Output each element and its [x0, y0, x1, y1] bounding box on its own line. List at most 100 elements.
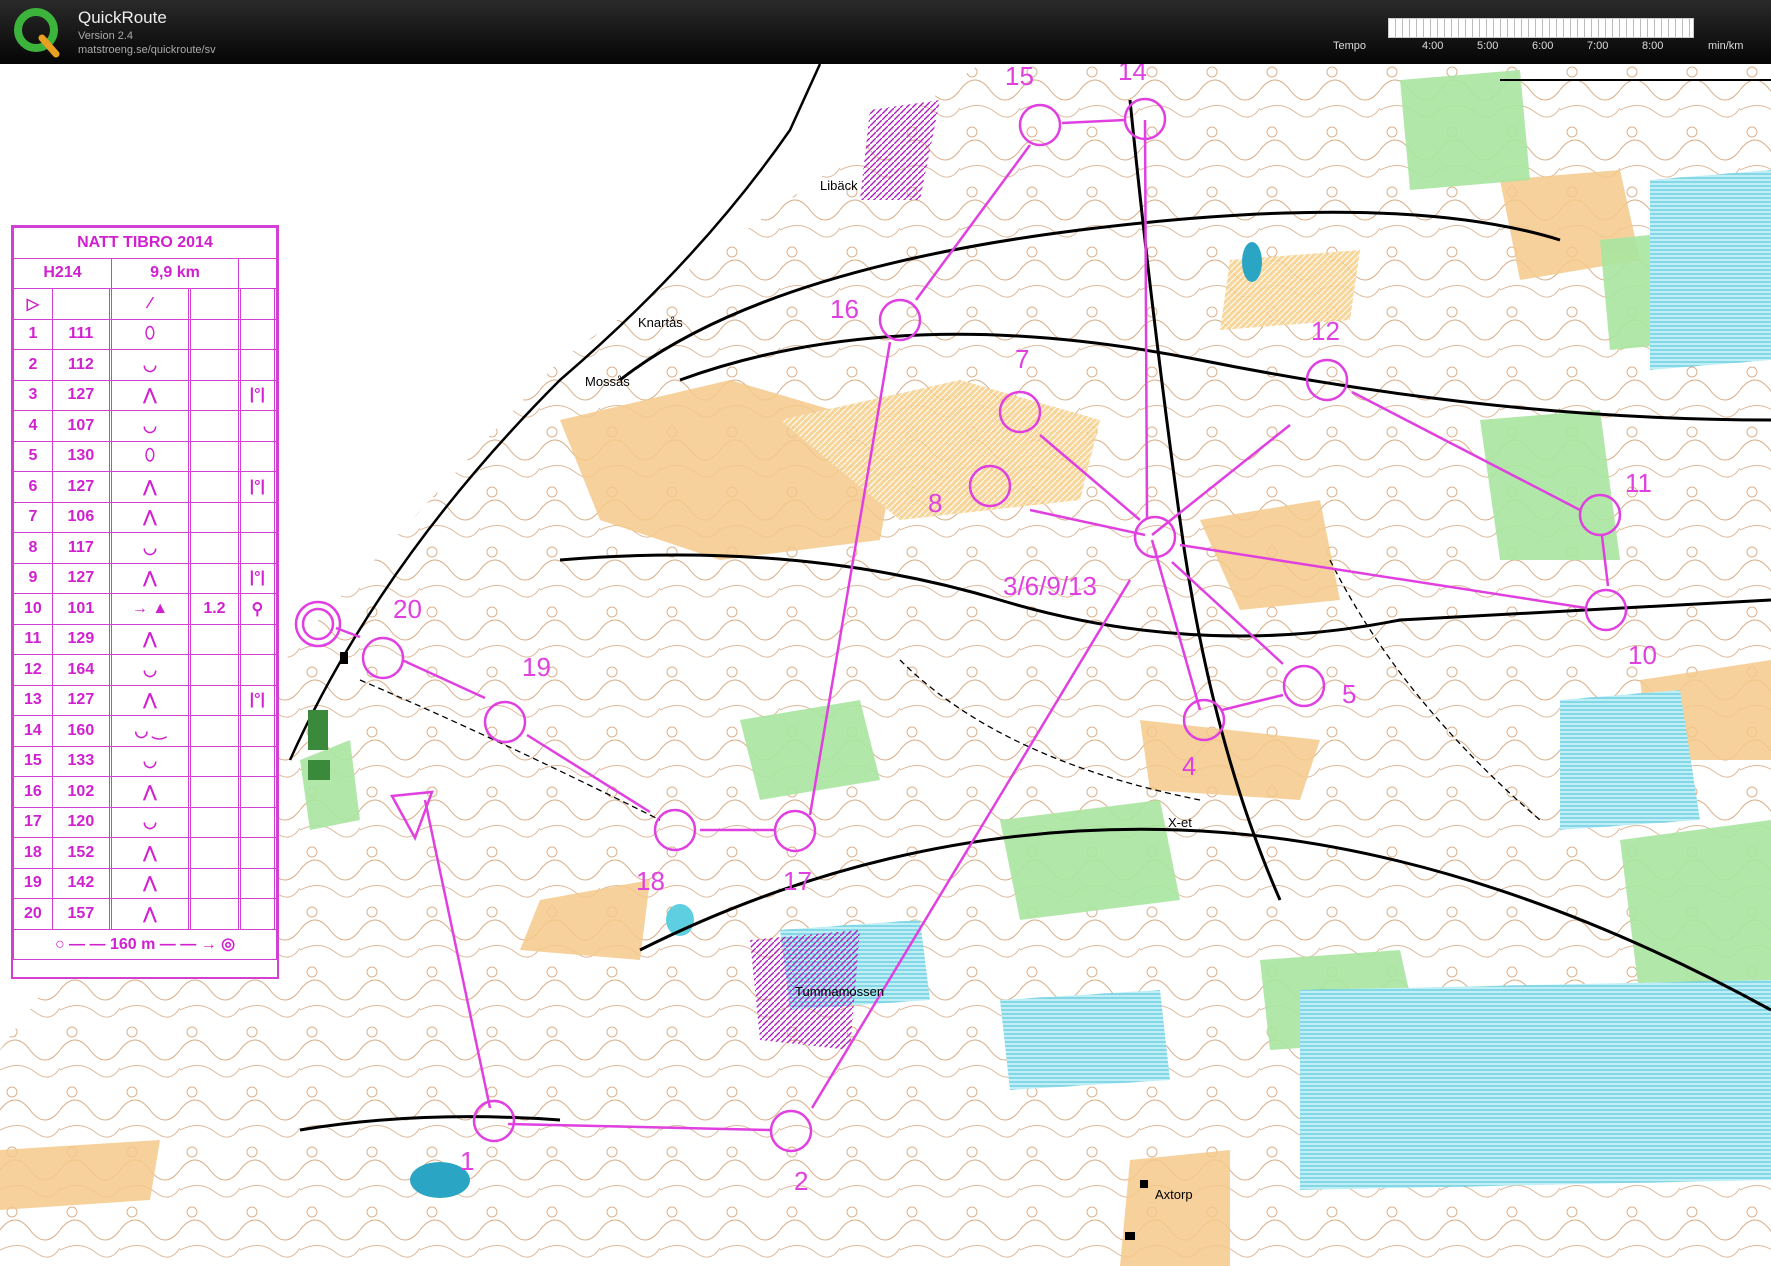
- control-code: 102: [51, 776, 110, 808]
- control-distance: [189, 867, 239, 899]
- control-distance: [189, 471, 239, 503]
- control-code: 111: [51, 318, 110, 350]
- control-distance: [189, 898, 239, 930]
- control-feature-symbol: ⋀: [110, 623, 189, 655]
- control-label: 19: [522, 652, 551, 682]
- control-code: 152: [51, 837, 110, 869]
- control-code: 127: [51, 562, 110, 594]
- control-number: 13: [13, 684, 53, 716]
- control-feature-symbol: ◡: [110, 410, 189, 442]
- control-number: 19: [13, 867, 53, 899]
- start-feature-icon: ⁄: [110, 288, 189, 320]
- place-name: Mossås: [585, 374, 630, 389]
- control-feature-symbol: ⋀: [110, 379, 189, 411]
- app-url[interactable]: matstroeng.se/quickroute/sv: [78, 44, 216, 56]
- control-extra-symbol: [239, 654, 275, 686]
- control-distance: [189, 715, 239, 747]
- control-distance: [189, 684, 239, 716]
- control-distance: [189, 654, 239, 686]
- control-code: 106: [51, 501, 110, 533]
- control-code: 107: [51, 410, 110, 442]
- control-label: 20: [393, 594, 422, 624]
- control-code: 133: [51, 745, 110, 777]
- control-extra-symbol: [239, 349, 275, 381]
- control-number: 14: [13, 715, 53, 747]
- control-distance: [189, 806, 239, 838]
- control-label: 2: [794, 1166, 808, 1196]
- control-description-row: 19 142 ⋀: [13, 867, 278, 899]
- app-name: QuickRoute: [78, 8, 167, 27]
- control-description-row: 11 129 ⋀: [13, 623, 278, 655]
- control-code: 127: [51, 379, 110, 411]
- control-distance: [189, 623, 239, 655]
- control-number: 9: [13, 562, 53, 594]
- control-extra-symbol: |°|: [239, 562, 275, 594]
- control-feature-symbol: ⋀: [110, 684, 189, 716]
- control-extra-symbol: [239, 745, 275, 777]
- control-extra-symbol: [239, 867, 275, 899]
- control-extra-symbol: [239, 898, 275, 930]
- control-description-row: 12 164 ◡: [13, 654, 278, 686]
- control-feature-symbol: ⋀: [110, 562, 189, 594]
- control-description-row: 2 112 ◡: [13, 349, 278, 381]
- control-code: 142: [51, 867, 110, 899]
- control-label: 17: [783, 866, 812, 896]
- control-number: 18: [13, 837, 53, 869]
- control-label: 15: [1005, 64, 1034, 91]
- control-number: 15: [13, 745, 53, 777]
- control-code: 164: [51, 654, 110, 686]
- control-distance: [189, 440, 239, 472]
- control-feature-symbol: ⋀: [110, 501, 189, 533]
- control-code: 160: [51, 715, 110, 747]
- control-description-row: 1 111 ⬯: [13, 318, 278, 350]
- control-code: 127: [51, 471, 110, 503]
- control-description-row: 7 106 ⋀: [13, 501, 278, 533]
- control-distance: [189, 410, 239, 442]
- control-label: 7: [1015, 344, 1029, 374]
- control-number: 17: [13, 806, 53, 838]
- control-feature-symbol: ⋀: [110, 837, 189, 869]
- control-extra-symbol: |°|: [239, 379, 275, 411]
- control-number: 7: [13, 501, 53, 533]
- control-distance: [189, 745, 239, 777]
- control-label: 10: [1628, 640, 1657, 670]
- event-title: NATT TIBRO 2014: [13, 227, 277, 259]
- control-feature-symbol: ⋀: [110, 867, 189, 899]
- control-number: 3: [13, 379, 53, 411]
- control-description-row: 9 127 ⋀ |°|: [13, 562, 278, 594]
- course-name: H214: [13, 257, 112, 289]
- app-version: Version 2.4: [78, 30, 134, 42]
- place-name: Knartås: [638, 315, 683, 330]
- tempo-label: Tempo: [1333, 40, 1367, 52]
- tempo-color-scale[interactable]: [1388, 18, 1694, 38]
- control-extra-symbol: [239, 837, 275, 869]
- control-extra-symbol: [239, 410, 275, 442]
- tempo-tick: 4:00: [1422, 40, 1444, 52]
- control-distance: [189, 379, 239, 411]
- control-description-row: 13 127 ⋀ |°|: [13, 684, 278, 716]
- control-distance: [189, 532, 239, 564]
- control-number: 20: [13, 898, 53, 930]
- control-extra-symbol: [239, 440, 275, 472]
- control-description-row: 14 160 ◡ ‿: [13, 715, 278, 747]
- control-number: 6: [13, 471, 53, 503]
- control-label: 16: [830, 294, 859, 324]
- control-distance: 1.2: [189, 593, 239, 625]
- control-description-row: 10 101 → ▲ 1.2 ⚲: [13, 593, 278, 625]
- control-code: 127: [51, 684, 110, 716]
- control-label: 18: [636, 866, 665, 896]
- tempo-tick: 8:00: [1642, 40, 1664, 52]
- control-code: 112: [51, 349, 110, 381]
- control-description-row: 16 102 ⋀: [13, 776, 278, 808]
- control-description-row: 20 157 ⋀: [13, 898, 278, 930]
- control-description-row: 4 107 ◡: [13, 410, 278, 442]
- control-description-row: 5 130 ⬯: [13, 440, 278, 472]
- finish-distance: ○ — — 160 m — — → ◎: [13, 928, 277, 960]
- control-label: 8: [928, 488, 942, 518]
- control-description-row: 18 152 ⋀: [13, 837, 278, 869]
- control-extra-symbol: [239, 715, 275, 747]
- control-number: 2: [13, 349, 53, 381]
- control-feature-symbol: ⋀: [110, 898, 189, 930]
- control-label: 11: [1625, 468, 1652, 498]
- control-feature-symbol: ⋀: [110, 776, 189, 808]
